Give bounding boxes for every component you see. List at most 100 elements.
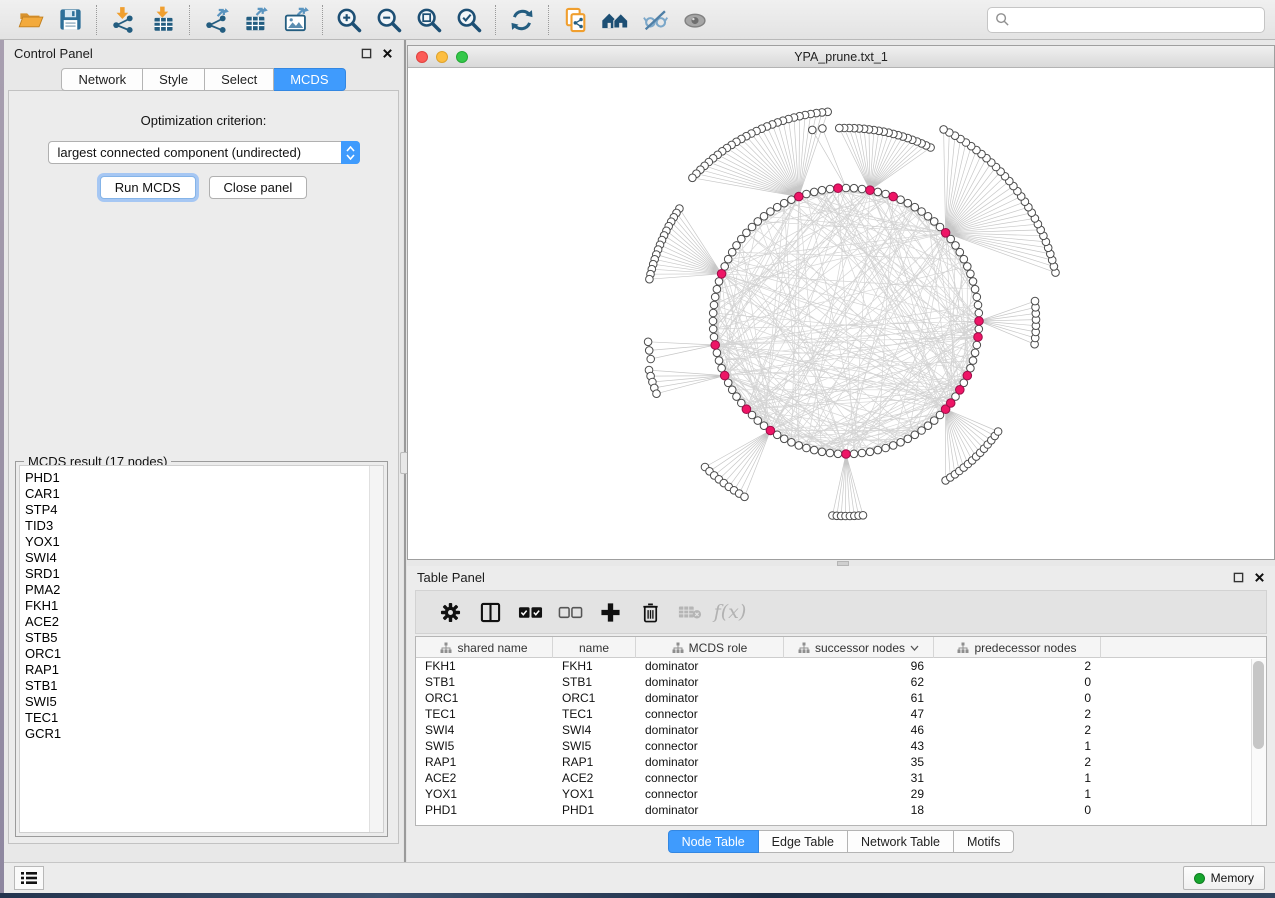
run-mcds-button[interactable]: Run MCDS — [100, 176, 196, 199]
result-item[interactable]: STB1 — [25, 678, 383, 694]
table-panel-title: Table Panel — [417, 570, 485, 585]
zoom-in-button[interactable] — [329, 3, 369, 37]
cell: ORC1 — [416, 690, 553, 706]
network-window-titlebar[interactable]: YPA_prune.txt_1 — [408, 46, 1274, 68]
tab-network[interactable]: Network — [61, 68, 143, 91]
table-body[interactable]: FKH1FKH1dominator962STB1STB1dominator620… — [416, 658, 1266, 818]
cell: 1 — [934, 738, 1101, 754]
close-panel-button[interactable]: Close panel — [209, 176, 308, 199]
table-row[interactable]: TEC1TEC1connector472 — [416, 706, 1266, 722]
tab-mcds[interactable]: MCDS — [274, 68, 345, 91]
result-item[interactable]: RAP1 — [25, 662, 383, 678]
memory-button[interactable]: Memory — [1183, 866, 1265, 890]
export-table-icon — [243, 6, 270, 33]
export-image-button[interactable] — [276, 3, 316, 37]
float-panel-icon[interactable] — [361, 48, 372, 59]
save-session-button[interactable] — [50, 3, 90, 37]
fan-nodes[interactable] — [644, 108, 1059, 520]
show-details-button[interactable] — [675, 3, 715, 37]
cell: 31 — [784, 770, 934, 786]
table-row[interactable]: FKH1FKH1dominator962 — [416, 658, 1266, 674]
cell: ACE2 — [553, 770, 636, 786]
table-settings-button[interactable] — [430, 594, 470, 630]
table-row[interactable]: SWI5SWI5connector431 — [416, 738, 1266, 754]
result-item[interactable]: TEC1 — [25, 710, 383, 726]
table-row[interactable]: SWI4SWI4dominator462 — [416, 722, 1266, 738]
result-item[interactable]: CAR1 — [25, 486, 383, 502]
zoom-fit-button[interactable] — [409, 3, 449, 37]
hide-details-button[interactable] — [635, 3, 675, 37]
delete-table-icon — [678, 603, 702, 621]
tab-network-table[interactable]: Network Table — [848, 830, 954, 853]
result-item[interactable]: PHD1 — [25, 470, 383, 486]
network-view[interactable] — [408, 68, 1274, 559]
result-item[interactable]: GCR1 — [25, 726, 383, 742]
table-row[interactable]: ORC1ORC1dominator610 — [416, 690, 1266, 706]
cell-filler — [1101, 722, 1266, 738]
result-item[interactable]: ACE2 — [25, 614, 383, 630]
delete-table-button[interactable] — [670, 594, 710, 630]
zoom-out-icon — [375, 6, 403, 34]
scrollbar-thumb[interactable] — [1253, 661, 1264, 749]
criterion-dropdown[interactable]: largest connected component (undirected) — [48, 141, 360, 164]
tab-style[interactable]: Style — [143, 68, 205, 91]
result-item[interactable]: STB5 — [25, 630, 383, 646]
result-item[interactable]: ORC1 — [25, 646, 383, 662]
deselect-all-columns-button[interactable] — [550, 594, 590, 630]
select-all-columns-button[interactable] — [510, 594, 550, 630]
show-columns-button[interactable] — [470, 594, 510, 630]
import-network-button[interactable] — [103, 3, 143, 37]
column-header-shared-name[interactable]: shared name — [416, 637, 553, 658]
export-network-button[interactable] — [196, 3, 236, 37]
table-toolbar: f(x) — [415, 590, 1267, 634]
open-file-button[interactable] — [10, 3, 50, 37]
tab-select[interactable]: Select — [205, 68, 274, 91]
apply-layout-button[interactable] — [502, 3, 542, 37]
create-column-button[interactable] — [590, 594, 630, 630]
import-table-button[interactable] — [143, 3, 183, 37]
result-item[interactable]: FKH1 — [25, 598, 383, 614]
cell: 2 — [934, 658, 1101, 674]
zoom-out-button[interactable] — [369, 3, 409, 37]
tab-edge-table[interactable]: Edge Table — [759, 830, 848, 853]
delete-column-button[interactable] — [630, 594, 670, 630]
search-box[interactable] — [987, 7, 1265, 33]
first-neighbors-button[interactable] — [595, 3, 635, 37]
column-header-successor-nodes[interactable]: successor nodes — [784, 637, 934, 658]
column-header-name[interactable]: name — [553, 637, 636, 658]
tab-motifs[interactable]: Motifs — [954, 830, 1014, 853]
result-item[interactable]: SWI5 — [25, 694, 383, 710]
float-panel-icon[interactable] — [1233, 572, 1244, 583]
table-row[interactable]: YOX1YOX1connector291 — [416, 786, 1266, 802]
column-header-MCDS-role[interactable]: MCDS role — [636, 637, 784, 658]
zoom-in-icon — [335, 6, 363, 34]
cell-filler — [1101, 770, 1266, 786]
result-item[interactable]: SWI4 — [25, 550, 383, 566]
table-row[interactable]: STB1STB1dominator620 — [416, 674, 1266, 690]
cell: ACE2 — [416, 770, 553, 786]
tab-node-table[interactable]: Node Table — [668, 830, 759, 853]
result-item[interactable]: STP4 — [25, 502, 383, 518]
table-row[interactable]: RAP1RAP1dominator352 — [416, 754, 1266, 770]
table-vertical-scrollbar[interactable] — [1251, 659, 1266, 825]
export-table-button[interactable] — [236, 3, 276, 37]
result-item[interactable]: TID3 — [25, 518, 383, 534]
table-row[interactable]: PHD1PHD1dominator180 — [416, 802, 1266, 818]
function-builder-button[interactable]: f(x) — [710, 594, 750, 630]
cell: 29 — [784, 786, 934, 802]
column-header-predecessor-nodes[interactable]: predecessor nodes — [934, 637, 1101, 658]
close-panel-icon[interactable] — [1254, 572, 1265, 583]
result-item[interactable]: PMA2 — [25, 582, 383, 598]
result-list-scrollbar[interactable] — [369, 466, 383, 832]
result-item[interactable]: YOX1 — [25, 534, 383, 550]
result-item[interactable]: SRD1 — [25, 566, 383, 582]
cell: 18 — [784, 802, 934, 818]
task-history-button[interactable] — [14, 866, 44, 890]
zoom-selected-button[interactable] — [449, 3, 489, 37]
mcds-result-list[interactable]: PHD1CAR1STP4TID3YOX1SWI4SRD1PMA2FKH1ACE2… — [19, 465, 384, 833]
gear-icon — [440, 602, 461, 623]
table-row[interactable]: ACE2ACE2connector311 — [416, 770, 1266, 786]
close-panel-icon[interactable] — [382, 48, 393, 59]
search-input[interactable] — [1015, 12, 1257, 27]
copy-network-button[interactable] — [555, 3, 595, 37]
